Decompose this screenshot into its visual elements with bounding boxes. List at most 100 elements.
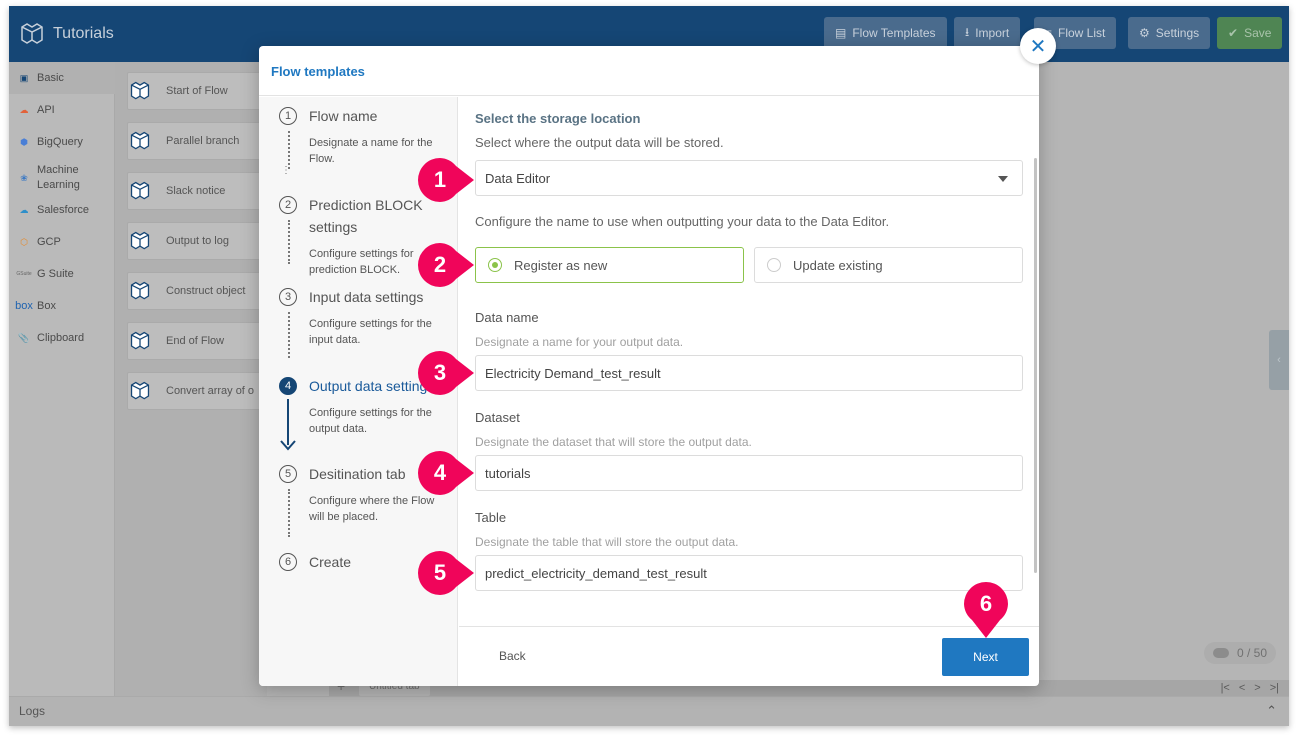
block-hex-icon xyxy=(120,172,160,210)
category-label: G Suite xyxy=(37,268,74,280)
logs-panel[interactable]: Logs ⌃ xyxy=(9,696,1289,726)
step-number: 4 xyxy=(279,377,297,395)
block-start-of-flow[interactable]: Start of Flow xyxy=(127,72,277,110)
category-label: Basic xyxy=(37,72,64,84)
bigquery-icon: ⬢ xyxy=(20,136,28,147)
tab-pager: |< < > >| xyxy=(1221,680,1279,696)
arrow-down-icon xyxy=(280,440,296,451)
block-construct-object[interactable]: Construct object xyxy=(127,272,277,310)
category-label: Salesforce xyxy=(37,204,89,216)
data-name-input[interactable]: Electricity Demand_test_result xyxy=(475,355,1023,391)
category-sidebar: ▣ Basic ☁ API ⬢ BigQuery ❀ Machine Learning … xyxy=(9,62,115,696)
category-gcp[interactable]: ⬡ GCP xyxy=(9,228,115,256)
block-label: Construct object xyxy=(166,285,246,297)
dataset-help: Designate the dataset that will store th… xyxy=(475,435,752,449)
category-clipboard[interactable]: 📎 Clipboard xyxy=(9,324,115,352)
modal-header: Flow templates xyxy=(259,46,1039,96)
update-existing-option[interactable]: Update existing xyxy=(754,247,1023,283)
table-label: Table xyxy=(475,510,507,525)
first-page-icon[interactable]: |< xyxy=(1221,680,1230,696)
annotation-number: 5 xyxy=(433,560,447,585)
category-basic[interactable]: ▣ Basic xyxy=(9,62,115,94)
annotation-number: 3 xyxy=(433,360,447,385)
category-salesforce[interactable]: ☁ Salesforce xyxy=(9,196,115,224)
block-hex-icon xyxy=(120,72,160,110)
step-connector xyxy=(288,131,290,169)
gcp-icon: ⬡ xyxy=(20,236,28,247)
flow-list-label: Flow List xyxy=(1058,26,1106,40)
table-input[interactable]: predict_electricity_demand_test_result xyxy=(475,555,1023,591)
right-panel-toggle[interactable]: ‹ xyxy=(1269,330,1289,390)
storage-location-select[interactable]: Data Editor xyxy=(475,160,1023,196)
dotted-arrow-icon: ⋮ xyxy=(281,165,291,176)
close-modal-button[interactable]: ✕ xyxy=(1020,28,1056,64)
flow-templates-modal: Flow templates 1 Flow name Designate a n… xyxy=(259,46,1039,686)
content-scrollbar[interactable] xyxy=(1034,158,1037,573)
block-parallel-branch[interactable]: Parallel branch xyxy=(127,122,277,160)
step-title: Flow name xyxy=(309,108,378,124)
step-connector xyxy=(288,312,290,358)
category-bigquery[interactable]: ⬢ BigQuery xyxy=(9,128,115,156)
category-api[interactable]: ☁ API xyxy=(9,96,115,124)
block-hex-icon xyxy=(120,372,160,410)
close-icon: ✕ xyxy=(1029,35,1047,58)
register-as-new-option[interactable]: Register as new xyxy=(475,247,744,283)
category-g-suite[interactable]: GSuite G Suite xyxy=(9,260,115,288)
radio-empty-icon xyxy=(767,258,781,272)
list-icon: ▤ xyxy=(835,26,847,40)
step-desc: Configure settings for the output data. xyxy=(309,407,432,435)
radio-label: Register as new xyxy=(514,257,608,273)
category-label: Machine Learning xyxy=(37,164,80,191)
step-number: 6 xyxy=(279,553,297,571)
annotation-marker-6: 6 xyxy=(962,580,1010,640)
annotation-marker-1: 1 xyxy=(416,156,474,204)
block-end-of-flow[interactable]: End of Flow xyxy=(127,322,277,360)
basic-block-icon: ▣ xyxy=(19,72,29,83)
annotation-number: 4 xyxy=(433,460,447,485)
app-title: Tutorials xyxy=(19,20,114,48)
last-page-icon[interactable]: >| xyxy=(1270,680,1279,696)
step-number: 1 xyxy=(279,107,297,125)
block-hex-icon xyxy=(120,122,160,160)
annotation-marker-4: 4 xyxy=(416,449,474,497)
paperclip-icon: 📎 xyxy=(18,332,30,343)
step-connector xyxy=(288,220,290,264)
dataset-value: tutorials xyxy=(485,465,531,481)
import-button[interactable]: ⭳ Import xyxy=(954,17,1021,49)
flow-templates-button[interactable]: ▤ Flow Templates xyxy=(824,17,947,49)
category-machine-learning[interactable]: ❀ Machine Learning xyxy=(9,160,115,196)
back-button[interactable]: Back xyxy=(499,649,526,663)
chevron-left-icon: ‹ xyxy=(1277,354,1281,366)
block-label: Output to log xyxy=(166,235,229,247)
prev-page-icon[interactable]: < xyxy=(1239,680,1245,696)
annotation-number: 2 xyxy=(433,252,447,277)
block-slack-notice[interactable]: Slack notice xyxy=(127,172,277,210)
annotation-marker-2: 2 xyxy=(416,241,474,289)
flow-templates-label: Flow Templates xyxy=(852,26,936,40)
category-box[interactable]: box Box xyxy=(9,292,115,320)
import-label: Import xyxy=(975,26,1010,40)
salesforce-cloud-icon: ☁ xyxy=(19,204,29,215)
step-number: 3 xyxy=(279,288,297,306)
block-output-to-log[interactable]: Output to log xyxy=(127,222,277,260)
step-content: Select the storage location Select where… xyxy=(459,97,1039,626)
logs-label: Logs xyxy=(19,704,46,718)
dataset-input[interactable]: tutorials xyxy=(475,455,1023,491)
save-button[interactable]: ✔ Save xyxy=(1217,17,1283,49)
block-convert-array[interactable]: Convert array of o xyxy=(127,372,277,410)
settings-button[interactable]: ⚙ Settings xyxy=(1128,17,1211,49)
category-label: Box xyxy=(37,300,56,312)
next-page-icon[interactable]: > xyxy=(1254,680,1260,696)
next-button[interactable]: Next xyxy=(942,638,1029,676)
radio-label: Update existing xyxy=(793,257,883,273)
modal-footer: Back Next xyxy=(459,626,1039,686)
block-hex-icon xyxy=(120,272,160,310)
block-label: End of Flow xyxy=(166,335,225,347)
chevron-up-icon[interactable]: ⌃ xyxy=(1266,703,1277,719)
step-number: 2 xyxy=(279,196,297,214)
category-label: BigQuery xyxy=(37,136,83,148)
section-desc: Select where the output data will be sto… xyxy=(475,135,724,150)
annotation-marker-3: 3 xyxy=(416,349,474,397)
gear-icon: ⚙ xyxy=(1139,26,1150,40)
annotation-number: 6 xyxy=(979,591,993,616)
